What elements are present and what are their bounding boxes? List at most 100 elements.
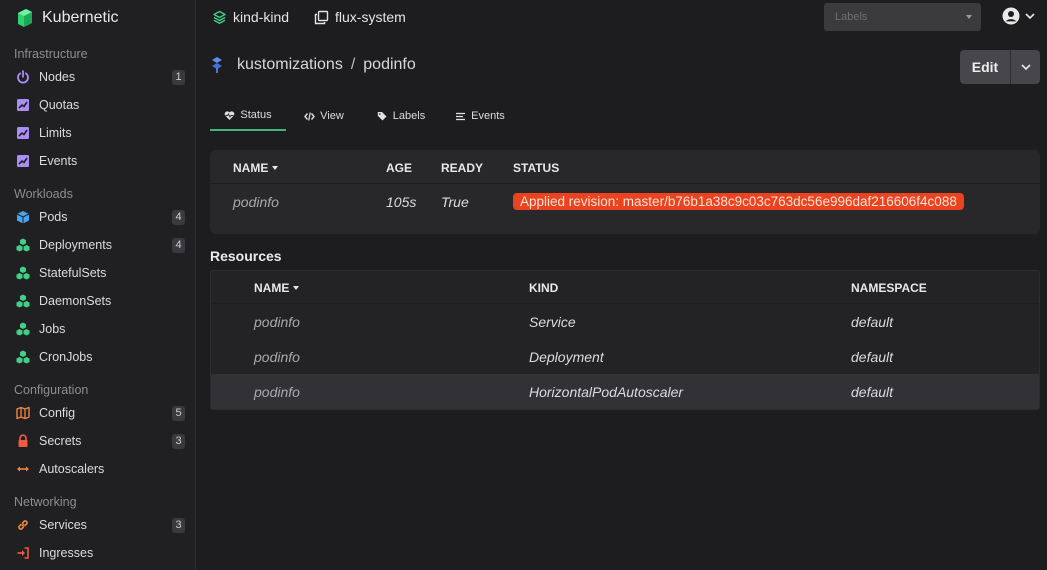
status-cell-name: podinfo <box>233 194 279 210</box>
tab-label: Status <box>240 109 272 121</box>
table-row[interactable]: podinfo Deployment default <box>211 339 1039 374</box>
sidebar-item-jobs[interactable]: Jobs <box>0 315 195 343</box>
tab-label: Labels <box>392 110 426 122</box>
caret-down-icon <box>966 15 972 19</box>
cubes-icon <box>16 238 30 252</box>
sidebar-item-events[interactable]: Events <box>0 147 195 175</box>
labels-select[interactable]: Labels <box>824 3 981 31</box>
table-row[interactable]: podinfo HorizontalPodAutoscaler default <box>211 374 1039 409</box>
sidebar-item-ingresses[interactable]: Ingresses <box>0 539 195 567</box>
list-icon <box>456 112 466 120</box>
code-icon <box>304 111 316 121</box>
tab-status[interactable]: Status <box>210 101 286 131</box>
arrows-h-icon <box>16 462 30 476</box>
edit-button-group: Edit <box>960 50 1040 84</box>
cell-name: podinfo <box>254 314 300 330</box>
layers-icon <box>213 10 226 24</box>
cell-namespace: default <box>851 314 894 330</box>
table-row[interactable]: podinfo Service default <box>211 304 1039 339</box>
sidebar-item-cronjobs[interactable]: CronJobs <box>0 343 195 371</box>
user-menu[interactable] <box>1002 7 1036 25</box>
nav-heading-workloads: Workloads <box>14 187 73 201</box>
brand-name: Kubernetic <box>42 9 119 26</box>
nav-heading-networking: Networking <box>14 495 77 509</box>
sidebar-item-label: Services <box>39 518 87 532</box>
sidebar-item-label: Autoscalers <box>39 462 105 476</box>
chart-icon <box>16 126 30 140</box>
sidebar-item-label: CronJobs <box>39 350 93 364</box>
count-badge: 5 <box>172 406 185 421</box>
cubes-icon <box>16 294 30 308</box>
tags-icon <box>377 111 387 120</box>
cluster-name: kind-kind <box>233 9 290 25</box>
breadcrumb-separator: / <box>350 56 356 73</box>
header-label: NAME <box>233 160 269 175</box>
sidebar-item-pods[interactable]: Pods 4 <box>0 203 195 231</box>
link-icon <box>16 518 30 532</box>
chart-icon <box>16 154 30 168</box>
sidebar-item-label: Nodes <box>39 70 76 84</box>
edit-dropdown-toggle[interactable] <box>1011 50 1040 84</box>
tab-labels[interactable]: Labels <box>362 101 440 131</box>
cube-icon <box>16 210 30 224</box>
breadcrumb-current: podinfo <box>363 56 416 73</box>
sort-down-icon <box>272 165 279 170</box>
lock-icon <box>16 434 30 448</box>
cell-kind: Service <box>529 314 576 330</box>
tab-label: Events <box>471 110 505 122</box>
page-header: kustomizations / podinfo <box>210 56 416 74</box>
sidebar-item-config[interactable]: Config 5 <box>0 399 195 427</box>
tab-view[interactable]: View <box>286 101 362 131</box>
tab-events[interactable]: Events <box>440 101 520 131</box>
heartbeat-icon <box>225 110 235 120</box>
sidebar: Kubernetic Infrastructure Nodes 1 Quotas… <box>0 0 196 570</box>
sidebar-item-label: DaemonSets <box>39 294 112 308</box>
sidebar-item-label: Jobs <box>39 322 66 336</box>
column-header-name[interactable]: NAME <box>254 280 300 295</box>
status-cell-age: 105s <box>386 194 417 210</box>
nav-group-infrastructure: Infrastructure Nodes 1 Quotas Limits Eve… <box>0 45 195 175</box>
count-badge: 4 <box>172 238 185 253</box>
sidebar-item-services[interactable]: Services 3 <box>0 511 195 539</box>
sidebar-item-daemonsets[interactable]: DaemonSets <box>0 287 195 315</box>
column-header-kind: KIND <box>529 280 559 295</box>
sidebar-item-autoscalers[interactable]: Autoscalers <box>0 455 195 483</box>
namespace-selector[interactable]: flux-system <box>314 9 406 25</box>
cell-namespace: default <box>851 349 894 365</box>
cubes-icon <box>16 322 30 336</box>
edit-button[interactable]: Edit <box>960 50 1011 84</box>
column-header-namespace: NAMESPACE <box>851 280 927 295</box>
column-header-name[interactable]: NAME <box>233 160 279 175</box>
sidebar-item-secrets[interactable]: Secrets 3 <box>0 427 195 455</box>
row-divider <box>210 183 1040 184</box>
cluster-selector[interactable]: kind-kind <box>212 9 289 25</box>
header-label: NAME <box>254 280 290 295</box>
breadcrumb-parent[interactable]: kustomizations <box>237 56 343 74</box>
nav-group-configuration: Configuration Config 5 Secrets 3 Autosca… <box>0 381 195 483</box>
sidebar-item-nodes[interactable]: Nodes 1 <box>0 63 195 91</box>
brand[interactable]: Kubernetic <box>14 6 119 30</box>
sidebar-item-label: Pods <box>39 210 68 224</box>
nav-heading-configuration: Configuration <box>14 383 89 397</box>
resources-table: NAME KIND NAMESPACE podinfo Service defa… <box>210 270 1040 410</box>
cell-kind: HorizontalPodAutoscaler <box>529 384 684 400</box>
cell-kind: Deployment <box>529 349 604 365</box>
resources-title: Resources <box>210 248 282 264</box>
nav-group-workloads: Workloads Pods 4 Deployments 4 StatefulS… <box>0 185 195 371</box>
sidebar-item-label: StatefulSets <box>39 266 107 280</box>
status-table: NAME AGE READY STATUS podinfo 105s True … <box>210 150 1040 234</box>
count-badge: 1 <box>172 70 185 85</box>
cell-namespace: default <box>851 384 894 400</box>
sign-in-icon <box>16 546 30 560</box>
sidebar-item-deployments[interactable]: Deployments 4 <box>0 231 195 259</box>
column-header-status: STATUS <box>513 160 560 175</box>
sidebar-item-statefulsets[interactable]: StatefulSets <box>0 259 195 287</box>
sidebar-item-quotas[interactable]: Quotas <box>0 91 195 119</box>
sidebar-item-label: Quotas <box>39 98 80 112</box>
chevron-down-icon <box>1020 64 1031 71</box>
tab-label: View <box>320 110 344 122</box>
map-icon <box>16 406 30 420</box>
sidebar-item-label: Limits <box>39 126 72 140</box>
sidebar-item-limits[interactable]: Limits <box>0 119 195 147</box>
sidebar-item-label: Events <box>39 154 78 168</box>
